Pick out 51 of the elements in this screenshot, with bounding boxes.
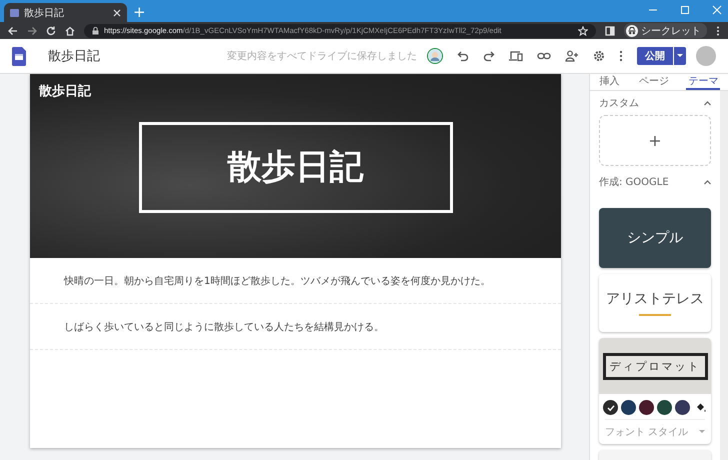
undo-icon[interactable] — [457, 50, 469, 62]
theme-name: ディプロマット — [602, 352, 708, 380]
color-swatch[interactable] — [621, 400, 636, 415]
site-title[interactable]: 散歩日記 — [48, 47, 100, 65]
paragraph-text[interactable]: しばらく歩いていると同じように散歩している人たちを結構見かける。 — [64, 320, 384, 334]
back-icon[interactable] — [8, 26, 18, 36]
avatar-icon — [427, 48, 443, 64]
lock-icon — [92, 26, 99, 34]
theme-card[interactable]: ディプロマット フォント スタイル — [599, 338, 711, 444]
caret-icon — [699, 430, 705, 434]
caret-icon — [677, 54, 683, 58]
paragraph-text[interactable]: 快晴の一日。朝から自宅周りを1時間ほど散歩した。ツバメが飛んでいる姿を何度か見かけた。 — [64, 274, 490, 288]
theme-card[interactable]: シンプル — [599, 208, 711, 268]
incognito-button[interactable]: シークレット — [624, 23, 707, 38]
sites-logo-icon — [12, 46, 26, 66]
devices-icon[interactable] — [509, 50, 523, 62]
new-tab-button[interactable]: + — [127, 3, 152, 22]
site-name[interactable]: 散歩日記 — [39, 82, 91, 100]
banner-title[interactable]: 散歩日記 — [138, 122, 452, 212]
add-theme-button[interactable]: + — [599, 115, 711, 166]
close-icon[interactable] — [113, 8, 121, 16]
section-label: 作成: GOOGLE — [599, 176, 669, 189]
sites-icon — [10, 8, 19, 16]
maximize-icon[interactable] — [680, 5, 690, 15]
color-swatch[interactable] — [675, 400, 690, 415]
section-label: カスタム — [599, 97, 639, 110]
more-icon[interactable] — [619, 50, 623, 62]
sidebar-tab[interactable]: テーマ — [686, 74, 720, 90]
color-swatch[interactable] — [657, 400, 672, 415]
theme-card[interactable]: アリストテレス — [599, 274, 711, 332]
side-panel-icon[interactable] — [605, 26, 615, 36]
menu-icon[interactable] — [716, 26, 720, 36]
sidebar-tab[interactable]: 挿入 — [598, 74, 622, 90]
add-person-icon[interactable] — [565, 50, 579, 62]
home-icon[interactable] — [65, 26, 75, 36]
link-icon[interactable] — [537, 50, 551, 62]
collapse-icon[interactable] — [704, 100, 711, 106]
publish-button[interactable]: 公開 — [637, 47, 673, 65]
reload-icon[interactable] — [46, 26, 56, 36]
publish-menu-button[interactable] — [674, 47, 686, 65]
sidebar-tab[interactable]: ページ — [636, 74, 671, 90]
redo-icon[interactable] — [483, 50, 495, 62]
incognito-icon — [626, 24, 638, 36]
save-status: 変更内容をすべてドライブに保存しました — [227, 50, 417, 63]
color-swatch[interactable] — [639, 400, 654, 415]
settings-icon[interactable] — [593, 50, 605, 62]
color-swatch[interactable] — [603, 400, 618, 415]
collapse-icon[interactable] — [704, 180, 711, 184]
forward-icon[interactable] — [27, 26, 37, 36]
star-icon[interactable] — [578, 26, 588, 36]
browser-tab[interactable]: 散歩日記 — [4, 3, 127, 22]
